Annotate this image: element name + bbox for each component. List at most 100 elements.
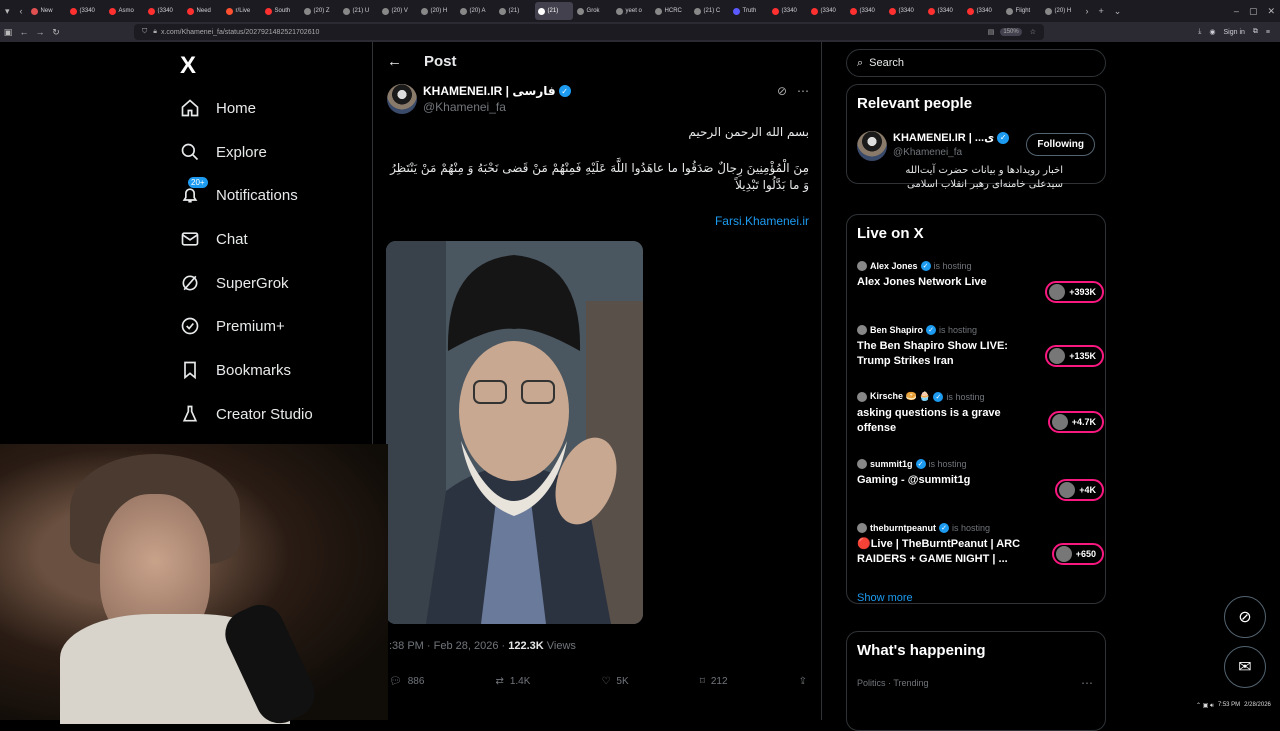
address-bar[interactable]: ⛉ 🔒︎ x.com/Khamenei_fa/status/2027921482… bbox=[134, 24, 1044, 40]
trend-meta[interactable]: Politics · Trending bbox=[857, 678, 929, 688]
star-icon[interactable]: ☆ bbox=[1030, 28, 1036, 36]
browser-tab[interactable]: Truth bbox=[730, 2, 768, 20]
x-logo-icon[interactable]: X bbox=[180, 52, 196, 80]
share-button[interactable]: ⇪ bbox=[799, 676, 807, 687]
post-link[interactable]: Farsi.Khamenei.ir bbox=[715, 214, 809, 228]
reload-icon[interactable]: ↻ bbox=[48, 27, 64, 38]
like-button[interactable]: ♡ 5K bbox=[601, 676, 628, 687]
new-tab-button[interactable]: + bbox=[1094, 6, 1109, 16]
browser-tab[interactable]: (3340 bbox=[145, 2, 183, 20]
live-title-text[interactable]: The Ben Shapiro Show LIVE: Trump Strikes… bbox=[857, 339, 1027, 369]
relevant-avatar[interactable] bbox=[857, 131, 887, 161]
author-avatar[interactable] bbox=[387, 84, 417, 114]
browser-tab[interactable]: Need bbox=[184, 2, 222, 20]
author-display-name[interactable]: KHAMENEI.IR | فارسی bbox=[423, 84, 556, 98]
tab-scroll-right-icon[interactable]: › bbox=[1081, 6, 1094, 16]
post-image[interactable] bbox=[386, 241, 643, 624]
nav-chat[interactable]: Chat bbox=[180, 224, 248, 254]
browser-tab[interactable]: (3340 bbox=[808, 2, 846, 20]
tray-icons[interactable]: ⌃ ▣ 🔊︎ bbox=[1196, 702, 1214, 710]
clock-time[interactable]: 7:53 PM bbox=[1218, 702, 1240, 710]
browser-tab[interactable]: South bbox=[262, 2, 300, 20]
browser-tab[interactable]: (3340 bbox=[964, 2, 1002, 20]
browser-tab[interactable]: New bbox=[28, 2, 66, 20]
live-listener-pill[interactable]: +4.7K bbox=[1047, 411, 1104, 433]
following-button[interactable]: Following bbox=[1026, 133, 1095, 156]
browser-tab[interactable]: (3340 bbox=[67, 2, 105, 20]
nav-notifications[interactable]: 20+ Notifications bbox=[180, 177, 298, 210]
grok-fab-button[interactable]: ⊘ bbox=[1224, 596, 1266, 638]
reply-button[interactable]: 💬︎ 886 bbox=[389, 676, 424, 687]
nav-premium[interactable]: Premium+ bbox=[180, 311, 285, 341]
grok-icon[interactable]: ⊘ bbox=[777, 84, 787, 98]
back-icon[interactable]: ← bbox=[16, 27, 32, 37]
nav-bookmarks[interactable]: Bookmarks bbox=[180, 355, 291, 385]
browser-tab[interactable]: (20) V bbox=[379, 2, 417, 20]
close-window-button[interactable]: ✕ bbox=[1262, 6, 1280, 17]
nav-home[interactable]: Home bbox=[180, 93, 256, 123]
browser-tab[interactable]: (3340 bbox=[886, 2, 924, 20]
repost-button[interactable]: ⇄ 1.4K bbox=[495, 676, 530, 687]
tab-scroll-left-icon[interactable]: ‹ bbox=[15, 6, 28, 16]
more-options-icon[interactable]: ⋯ bbox=[1081, 676, 1093, 690]
live-title-text[interactable]: asking questions is a grave offense bbox=[857, 406, 1027, 436]
browser-tab[interactable]: (21) U bbox=[340, 2, 378, 20]
post-timestamp[interactable]: :38 PM · Feb 28, 2026 · bbox=[389, 640, 508, 652]
extensions-icon[interactable]: ⧉ bbox=[1253, 28, 1258, 36]
browser-tab[interactable]: (21) C bbox=[691, 2, 729, 20]
browser-tab[interactable]: (20) H bbox=[418, 2, 456, 20]
sidebar-toggle-icon[interactable]: ▣ bbox=[0, 27, 16, 38]
live-listener-pill[interactable]: +135K bbox=[1045, 345, 1104, 367]
browser-tab[interactable]: r/Live bbox=[223, 2, 261, 20]
minimize-button[interactable]: – bbox=[1229, 6, 1244, 16]
relevant-handle[interactable]: @Khamenei_fa bbox=[893, 147, 962, 158]
browser-tab[interactable]: Flight bbox=[1003, 2, 1041, 20]
live-host-name[interactable]: Kirsche 🥯 🧁 bbox=[870, 391, 930, 402]
live-listener-pill[interactable]: +4K bbox=[1055, 479, 1104, 501]
author-handle[interactable]: @Khamenei_fa bbox=[423, 100, 571, 114]
maximize-button[interactable]: ▢ bbox=[1244, 6, 1263, 17]
zoom-badge[interactable]: 150% bbox=[1000, 28, 1022, 36]
menu-icon[interactable]: ≡ bbox=[1266, 29, 1270, 36]
browser-tab[interactable]: yeet o bbox=[613, 2, 651, 20]
messages-fab-button[interactable]: ✉ bbox=[1224, 646, 1266, 688]
more-options-icon[interactable]: ⋯ bbox=[797, 84, 809, 98]
forward-icon[interactable]: → bbox=[32, 27, 48, 37]
tab-list-icon[interactable]: ▾ bbox=[0, 6, 15, 17]
browser-tab[interactable]: (20) Z bbox=[301, 2, 339, 20]
live-title-text[interactable]: 🔴Live | TheBurntPeanut | ARC RAIDERS + G… bbox=[857, 537, 1027, 567]
nav-creator-studio[interactable]: Creator Studio bbox=[180, 399, 313, 429]
live-title-text[interactable]: Alex Jones Network Live bbox=[857, 275, 1027, 290]
live-title-text[interactable]: Gaming - @summit1g bbox=[857, 473, 1027, 488]
reader-icon[interactable]: ▤ bbox=[988, 28, 995, 36]
live-listener-pill[interactable]: +393K bbox=[1045, 281, 1104, 303]
download-icon[interactable]: ⤓ bbox=[1198, 28, 1201, 36]
browser-tab[interactable]: Grok bbox=[574, 2, 612, 20]
live-host-name[interactable]: Ben Shapiro bbox=[870, 325, 923, 335]
nav-supergrok[interactable]: SuperGrok bbox=[180, 268, 289, 298]
browser-tab[interactable]: (21) bbox=[534, 2, 573, 20]
live-listener-pill[interactable]: +650 bbox=[1051, 543, 1104, 565]
browser-tab[interactable]: (3340 bbox=[769, 2, 807, 20]
clock-date[interactable]: 2/28/2026 bbox=[1244, 702, 1271, 710]
relevant-name[interactable]: KHAMENEI.IR | ...ی bbox=[893, 131, 994, 144]
browser-tab[interactable]: HCRC bbox=[652, 2, 690, 20]
nav-explore[interactable]: Explore bbox=[180, 137, 267, 167]
bookmark-button[interactable]: ⌑ 212 bbox=[700, 676, 728, 687]
sign-in-button[interactable]: Sign in bbox=[1224, 29, 1245, 36]
search-input[interactable]: ⌕ Search bbox=[846, 49, 1106, 77]
back-arrow-icon[interactable]: ← bbox=[387, 53, 402, 70]
show-more-link[interactable]: Show more bbox=[857, 592, 913, 604]
post-author[interactable]: KHAMENEI.IR | فارسی ✓ @Khamenei_fa bbox=[387, 84, 571, 114]
browser-tab[interactable]: (21) bbox=[496, 2, 534, 20]
browser-tab[interactable]: (3340 bbox=[847, 2, 885, 20]
live-host-name[interactable]: summit1g bbox=[870, 459, 913, 469]
browser-tab[interactable]: (3340 bbox=[925, 2, 963, 20]
tab-overflow-icon[interactable]: ⌄ bbox=[1109, 6, 1127, 17]
live-host-name[interactable]: Alex Jones bbox=[870, 261, 918, 271]
browser-tab[interactable]: Asmo bbox=[106, 2, 144, 20]
browser-tab[interactable]: (20) A bbox=[457, 2, 495, 20]
live-host-name[interactable]: theburntpeanut bbox=[870, 523, 936, 533]
account-icon[interactable]: ◉ bbox=[1209, 28, 1215, 36]
browser-tab[interactable]: (20) H bbox=[1042, 2, 1080, 20]
